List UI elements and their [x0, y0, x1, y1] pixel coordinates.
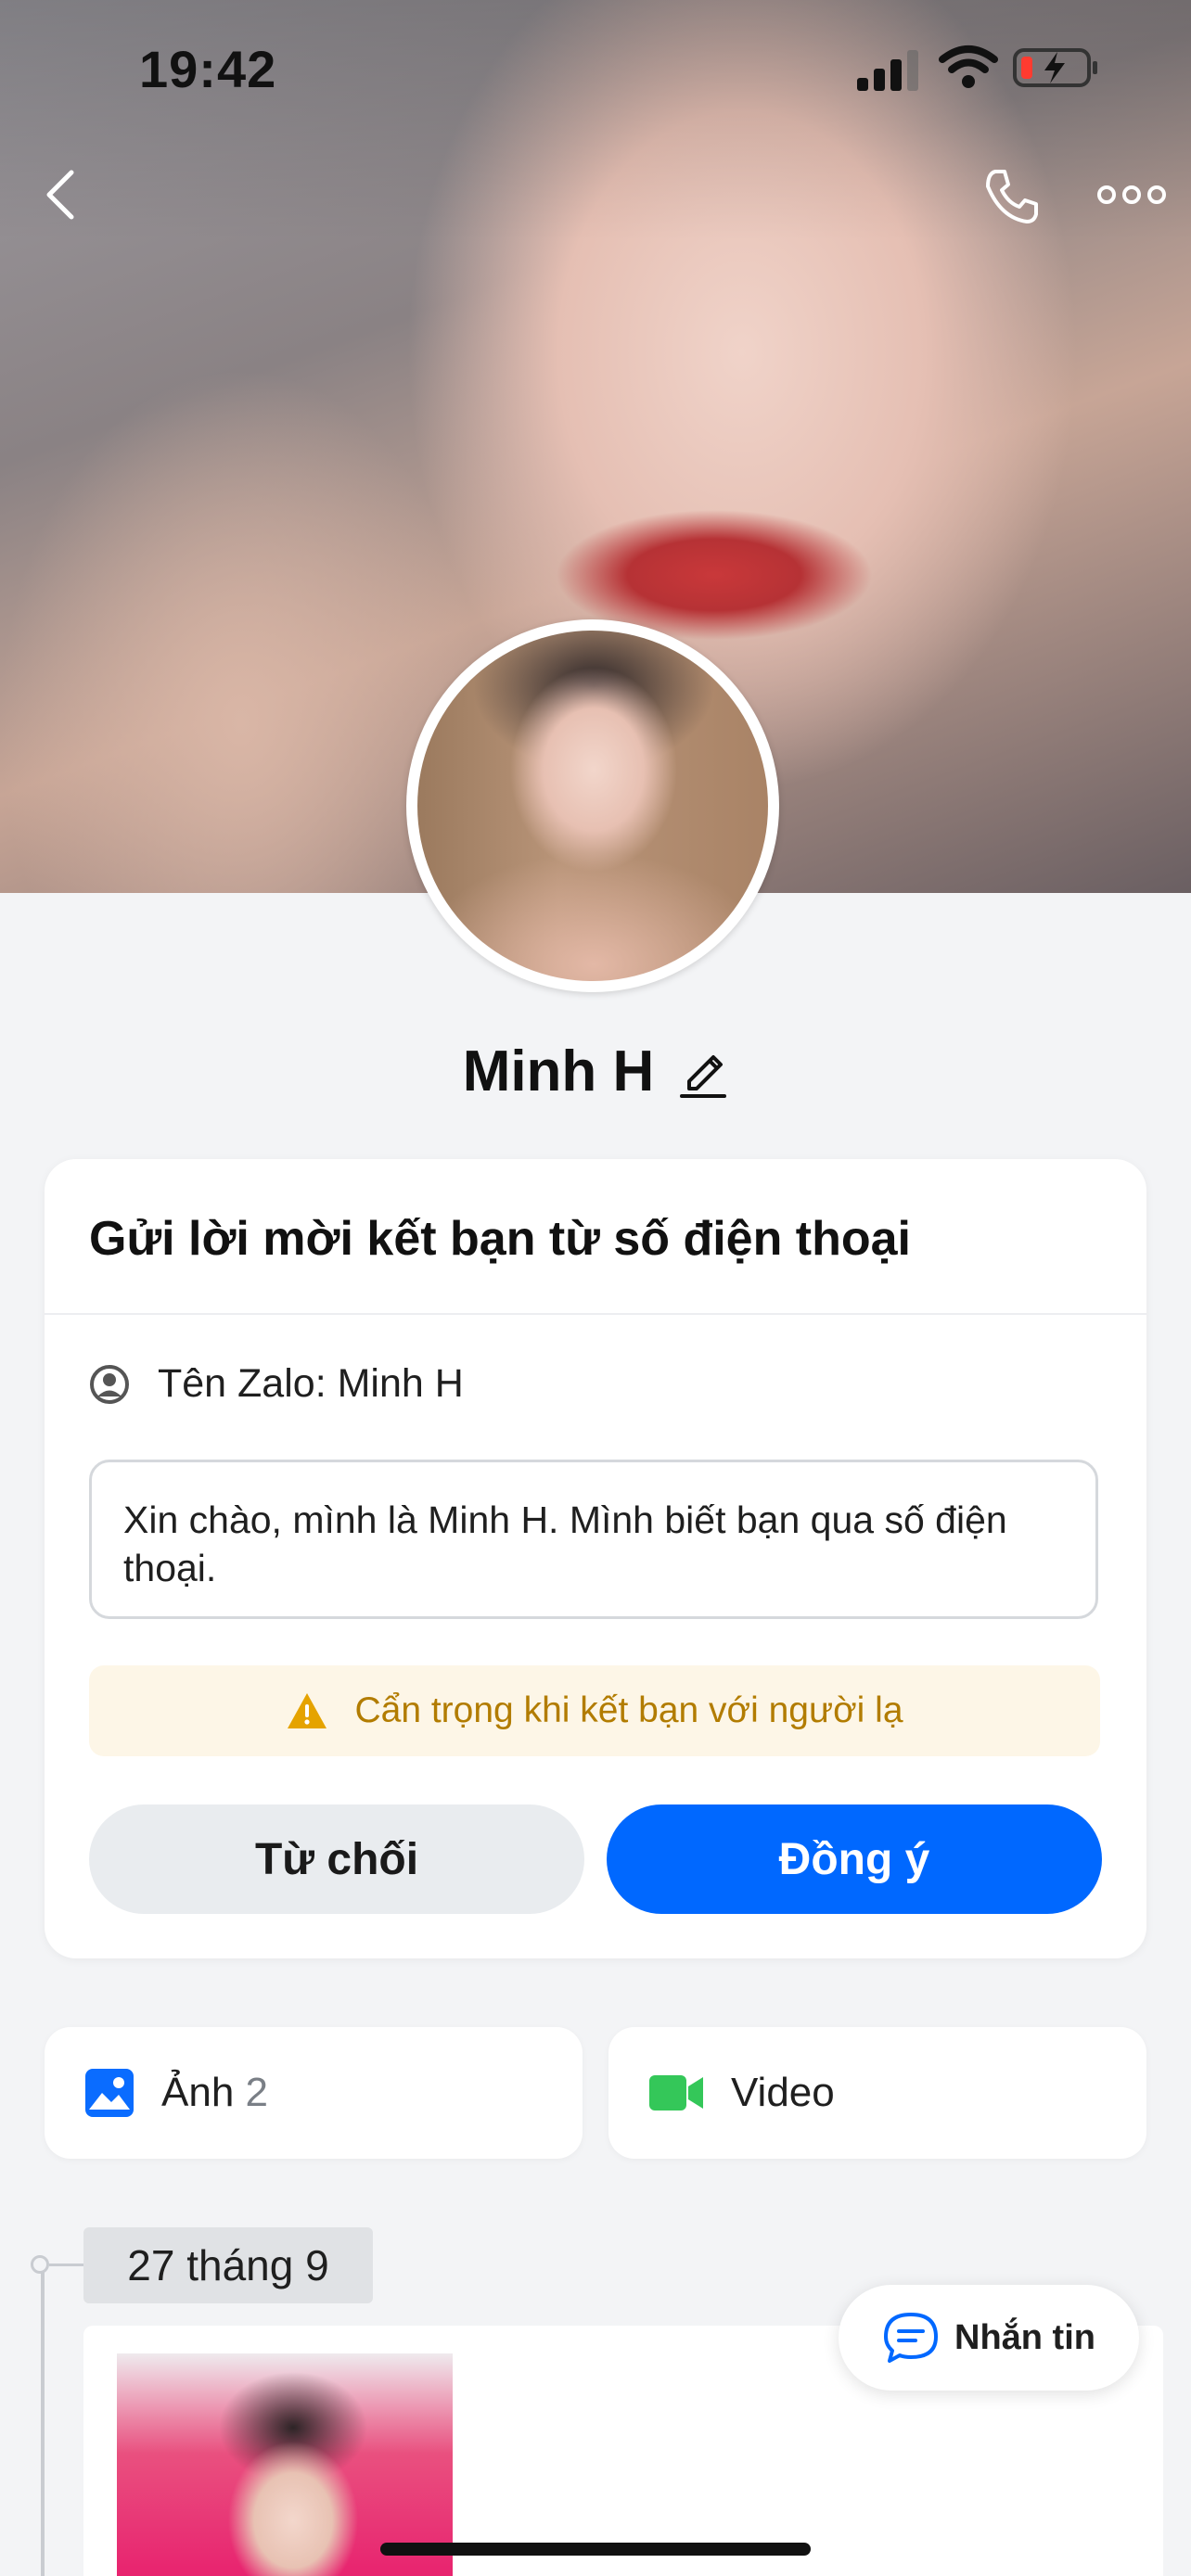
message-button-label: Nhắn tin — [954, 2317, 1095, 2357]
more-icon — [1097, 185, 1166, 204]
profile-name-row: Minh H — [0, 1039, 1191, 1104]
cellular-signal-icon — [857, 50, 918, 91]
photos-count: 2 — [245, 2070, 269, 2115]
warning-icon — [288, 1693, 327, 1728]
chat-icon — [884, 2313, 938, 2363]
zalo-name: Tên Zalo: Minh H — [158, 1361, 464, 1406]
photos-tile[interactable]: Ảnh 2 — [45, 2027, 583, 2159]
timeline-dot — [31, 2255, 49, 2274]
message-button[interactable]: Nhắn tin — [839, 2285, 1139, 2391]
home-indicator — [380, 2543, 811, 2556]
edit-icon[interactable] — [678, 1044, 728, 1100]
timeline-date: 27 tháng 9 — [83, 2227, 373, 2303]
avatar[interactable] — [406, 619, 779, 992]
avatar-image — [417, 631, 768, 981]
image-icon — [85, 2069, 134, 2117]
zalo-name-row: Tên Zalo: Minh H — [89, 1361, 464, 1407]
video-label: Video — [731, 2070, 835, 2115]
decline-button[interactable]: Từ chối — [89, 1804, 584, 1914]
status-bar: 19:42 — [0, 0, 1191, 139]
friend-request-title: Gửi lời mời kết bạn từ số điện thoại — [89, 1212, 912, 1266]
photos-label: Ảnh — [161, 2070, 235, 2115]
videos-tile[interactable]: Video — [608, 2027, 1146, 2159]
timeline-connector — [49, 2264, 84, 2266]
stranger-warning-banner: Cẩn trọng khi kết bạn với người lạ — [89, 1665, 1100, 1756]
accept-button[interactable]: Đồng ý — [607, 1804, 1102, 1914]
battery-icon — [1013, 48, 1097, 87]
request-message-field[interactable]: Xin chào, mình là Minh H. Mình biết bạn … — [89, 1460, 1098, 1619]
back-button[interactable] — [28, 162, 93, 227]
more-options-button[interactable] — [1090, 167, 1173, 223]
wifi-icon — [939, 45, 998, 88]
warning-text: Cẩn trọng khi kết bạn với người lạ — [354, 1690, 903, 1730]
call-button[interactable] — [974, 159, 1048, 234]
friend-request-card: Gửi lời mời kết bạn từ số điện thoại Tên… — [45, 1159, 1146, 1958]
video-icon — [649, 2075, 703, 2111]
timeline-line — [41, 2266, 45, 2576]
status-time: 19:42 — [139, 40, 277, 98]
divider — [45, 1313, 1146, 1315]
profile-name: Minh H — [462, 1039, 655, 1103]
user-circle-icon — [90, 1364, 129, 1404]
phone-icon — [986, 170, 1038, 223]
back-icon — [46, 170, 74, 220]
